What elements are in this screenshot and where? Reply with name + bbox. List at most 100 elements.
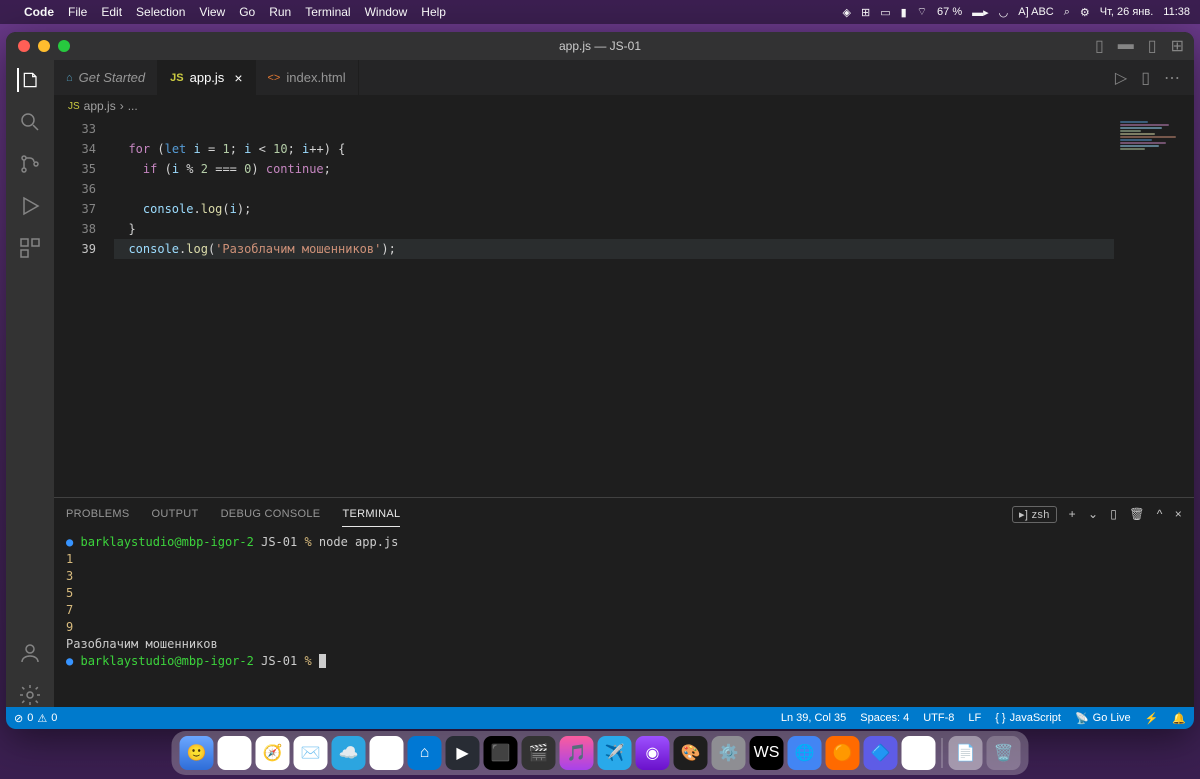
- wifi-icon[interactable]: ◡: [999, 6, 1009, 19]
- panel-tab-debug[interactable]: DEBUG CONSOLE: [221, 502, 321, 526]
- dock-app-5[interactable]: 🔷: [864, 736, 898, 770]
- window-title: app.js — JS-01: [559, 39, 641, 53]
- menu-terminal[interactable]: Terminal: [305, 5, 350, 19]
- source-control-icon[interactable]: [18, 152, 42, 176]
- editor-area[interactable]: 33343536373839 for (let i = 1; i < 10; i…: [54, 117, 1194, 497]
- warning-icon: ⚠: [37, 712, 47, 725]
- status-golive[interactable]: 📡 Go Live: [1075, 712, 1131, 725]
- menu-file[interactable]: File: [68, 5, 87, 19]
- menu-help[interactable]: Help: [421, 5, 446, 19]
- status-encoding[interactable]: UTF-8: [923, 712, 954, 724]
- dock-telegram[interactable]: ✈️: [598, 736, 632, 770]
- status-spaces[interactable]: Spaces: 4: [860, 712, 909, 724]
- macos-menubar: Code File Edit Selection View Go Run Ter…: [0, 0, 1200, 24]
- html-file-icon: <>: [268, 72, 281, 84]
- maximize-panel-icon[interactable]: ^: [1157, 507, 1163, 521]
- dock-imovie[interactable]: 🎬: [522, 736, 556, 770]
- dock-music[interactable]: 🎵: [560, 736, 594, 770]
- dock-webstorm[interactable]: WS: [750, 736, 784, 770]
- dock-app-4[interactable]: 🟠: [826, 736, 860, 770]
- tab-get-started[interactable]: ⌂ Get Started: [54, 60, 158, 95]
- tab-label: app.js: [190, 70, 225, 85]
- panel-tab-terminal[interactable]: TERMINAL: [342, 502, 400, 527]
- dock-yandex[interactable]: Y: [902, 736, 936, 770]
- dock-settings[interactable]: ⚙️: [712, 736, 746, 770]
- error-icon: ⊘: [14, 712, 23, 725]
- status-cursor[interactable]: Ln 39, Col 35: [781, 712, 846, 724]
- battery-tray-icon[interactable]: ▮: [901, 6, 907, 19]
- dock-terminal[interactable]: ▶: [446, 736, 480, 770]
- new-terminal-icon[interactable]: +: [1069, 507, 1076, 521]
- close-tab-icon[interactable]: ×: [234, 70, 242, 86]
- more-actions-icon[interactable]: ⋯: [1164, 68, 1180, 88]
- settings-gear-icon[interactable]: [18, 683, 42, 707]
- breadcrumb[interactable]: JS app.js › ...: [54, 95, 1194, 117]
- dock-calendar[interactable]: 26: [370, 736, 404, 770]
- spotlight-icon[interactable]: ⌕: [1064, 6, 1070, 19]
- dock-trash[interactable]: 🗑️: [987, 736, 1021, 770]
- dock-safari[interactable]: 🧭: [256, 736, 290, 770]
- minimap[interactable]: [1114, 117, 1194, 497]
- battery-percent[interactable]: 67 %: [937, 6, 962, 18]
- dock-downloads[interactable]: 📄: [949, 736, 983, 770]
- menubar-app[interactable]: Code: [24, 5, 54, 19]
- split-terminal-icon[interactable]: ▯: [1110, 507, 1117, 521]
- breadcrumb-file: app.js: [84, 99, 116, 113]
- status-language[interactable]: { } JavaScript: [995, 712, 1061, 724]
- tray-icon[interactable]: ⊞: [861, 6, 870, 19]
- layout-icon-2[interactable]: ▬: [1118, 36, 1134, 56]
- extensions-icon[interactable]: [18, 236, 42, 260]
- dock-app-3[interactable]: ◉: [636, 736, 670, 770]
- status-errors[interactable]: ⊘0 ⚠0: [14, 712, 57, 725]
- tab-app-js[interactable]: JS app.js ×: [158, 60, 255, 95]
- layout-icon-3[interactable]: ▯: [1148, 36, 1157, 56]
- vscode-icon: ⌂: [66, 72, 73, 84]
- control-center-icon[interactable]: ⚙: [1080, 6, 1090, 19]
- run-debug-icon[interactable]: [18, 194, 42, 218]
- menu-run[interactable]: Run: [269, 5, 291, 19]
- menu-selection[interactable]: Selection: [136, 5, 185, 19]
- account-icon[interactable]: [18, 641, 42, 665]
- menu-view[interactable]: View: [199, 5, 225, 19]
- dock-app[interactable]: ☁️: [332, 736, 366, 770]
- menu-go[interactable]: Go: [239, 5, 255, 19]
- battery-icon[interactable]: ▬▸: [972, 6, 989, 19]
- dock-app-2[interactable]: ⬛: [484, 736, 518, 770]
- activity-bar: [6, 60, 54, 707]
- close-panel-icon[interactable]: ×: [1175, 507, 1182, 521]
- js-file-icon: JS: [68, 101, 80, 112]
- explorer-icon[interactable]: [17, 68, 41, 92]
- menu-window[interactable]: Window: [365, 5, 408, 19]
- terminal-output[interactable]: ● barklaystudio@mbp-igor-2 JS-01 % node …: [54, 530, 1194, 707]
- dock-figma[interactable]: 🎨: [674, 736, 708, 770]
- terminal-dropdown-icon[interactable]: ⌄: [1088, 507, 1098, 521]
- tab-index-html[interactable]: <> index.html: [256, 60, 359, 95]
- status-prettier-icon[interactable]: ⚡: [1145, 712, 1159, 725]
- status-eol[interactable]: LF: [968, 712, 981, 724]
- menubar-time[interactable]: 11:38: [1163, 6, 1190, 18]
- search-icon[interactable]: [18, 110, 42, 134]
- dock-mail[interactable]: ✉️: [294, 736, 328, 770]
- input-source[interactable]: A] ABC: [1018, 6, 1053, 18]
- bluetooth-icon[interactable]: ⌔: [917, 5, 927, 19]
- close-window-button[interactable]: [18, 40, 30, 52]
- dock-vscode[interactable]: ⌂: [408, 736, 442, 770]
- dock-launchpad[interactable]: ▦: [218, 736, 252, 770]
- menu-edit[interactable]: Edit: [101, 5, 122, 19]
- telegram-tray-icon[interactable]: ◈: [843, 6, 851, 19]
- run-icon[interactable]: ▷: [1115, 68, 1127, 88]
- panel-tab-problems[interactable]: PROBLEMS: [66, 502, 130, 526]
- layout-grid-icon[interactable]: ⊞: [1171, 36, 1184, 56]
- minimize-window-button[interactable]: [38, 40, 50, 52]
- split-editor-icon[interactable]: ▯: [1141, 68, 1150, 88]
- panel-tab-output[interactable]: OUTPUT: [152, 502, 199, 526]
- trash-icon[interactable]: 🗑: [1129, 507, 1145, 521]
- layout-icon[interactable]: ▯: [1095, 36, 1104, 56]
- status-bell-icon[interactable]: 🔔: [1172, 712, 1186, 725]
- dock-finder[interactable]: 🙂: [180, 736, 214, 770]
- menubar-date[interactable]: Чт, 26 янв.: [1100, 6, 1154, 18]
- display-tray-icon[interactable]: ▭: [880, 6, 890, 19]
- shell-selector[interactable]: ▸] zsh: [1012, 506, 1057, 523]
- zoom-window-button[interactable]: [58, 40, 70, 52]
- dock-chrome[interactable]: 🌐: [788, 736, 822, 770]
